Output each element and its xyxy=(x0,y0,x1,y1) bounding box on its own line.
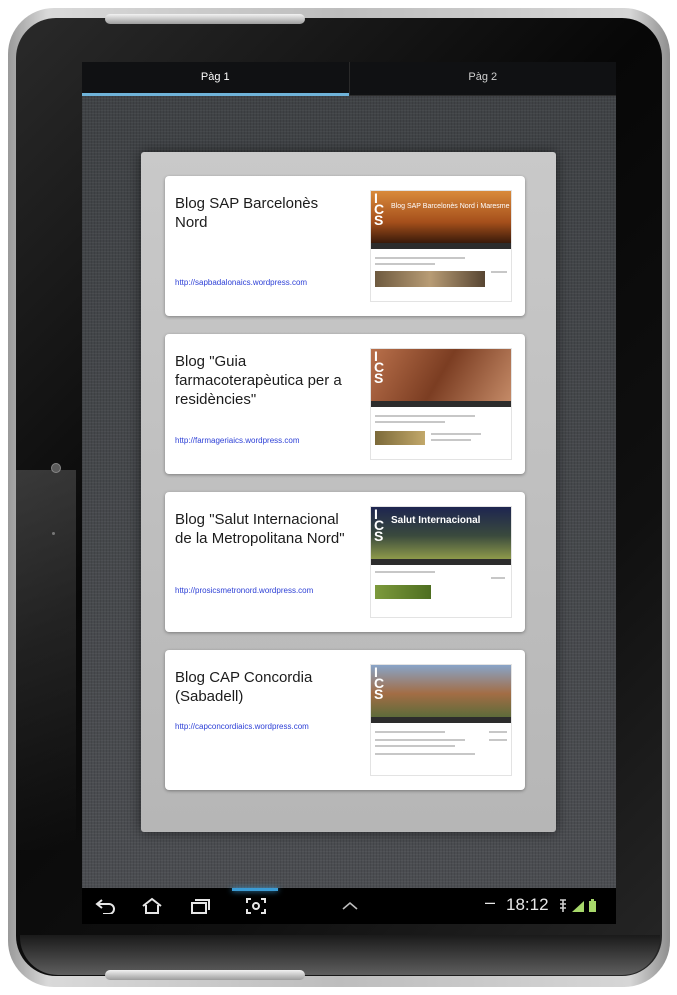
blog-thumbnail: ICS Salut Internacional xyxy=(370,506,512,618)
thumbnail-photo xyxy=(375,271,485,287)
thumbnail-text-line xyxy=(375,745,455,747)
card-title: Blog "Salut Internacional de la Metropol… xyxy=(175,511,345,547)
blog-card-cap-concordia[interactable]: Blog CAP Concordia (Sabadell) http://cap… xyxy=(165,650,525,790)
bottom-bezel xyxy=(20,935,660,975)
card-link[interactable]: http://sapbadalonaics.wordpress.com xyxy=(175,278,355,288)
screenshot-icon[interactable] xyxy=(242,892,270,920)
thumbnail-text-line xyxy=(375,263,435,265)
thumbnail-photo xyxy=(375,431,425,445)
blog-card-salut-internacional[interactable]: Blog "Salut Internacional de la Metropol… xyxy=(165,492,525,632)
light-sensor xyxy=(52,532,55,535)
bottom-speaker-grille xyxy=(105,970,305,980)
card-title: Blog "Guia farmacoterapèutica per a resi… xyxy=(175,353,342,408)
usb-icon xyxy=(560,899,566,912)
clock[interactable]: 18:12 xyxy=(506,895,549,915)
thumbnail-text-line xyxy=(375,731,445,733)
ics-logo: ICS xyxy=(374,190,385,228)
battery-icon xyxy=(589,899,596,912)
thumbnail-photo xyxy=(375,585,431,599)
thumbnail-banner-text: Salut Internacional xyxy=(391,515,481,526)
thumbnail-text-line xyxy=(375,739,465,741)
thumbnail-text-line xyxy=(375,415,475,417)
active-indicator xyxy=(232,888,278,891)
tab-bar: Pàg 1 Pàg 2 xyxy=(82,62,616,96)
card-link[interactable]: http://prosicsmetronord.wordpress.com xyxy=(175,586,355,596)
bezel-reflection xyxy=(16,470,76,850)
thumbnail-banner-text: Blog SAP Barcelonès Nord i Maresme xyxy=(391,203,510,210)
status-icons[interactable] xyxy=(556,898,606,914)
thumbnail-text-line xyxy=(375,257,465,259)
thumbnail-text-line xyxy=(375,753,475,755)
thumbnail-banner xyxy=(371,349,511,401)
card-title: Blog SAP Barcelonès Nord xyxy=(175,195,319,231)
home-icon[interactable] xyxy=(138,892,166,920)
thumbnail-text-line xyxy=(489,739,507,741)
ics-logo: ICS xyxy=(374,506,385,544)
thumbnail-banner xyxy=(371,665,511,717)
thumbnail-text-line xyxy=(431,439,471,441)
thumbnail-nav xyxy=(371,401,511,407)
back-icon[interactable] xyxy=(92,892,120,920)
blog-thumbnail: ICS xyxy=(370,664,512,776)
blog-card-sap-barcelones[interactable]: Blog SAP Barcelonès Nord http://sapbadal… xyxy=(165,176,525,316)
top-speaker-grille xyxy=(105,14,305,24)
thumbnail-banner xyxy=(371,191,511,243)
thumbnail-nav xyxy=(371,717,511,723)
thumbnail-text-line xyxy=(431,433,481,435)
thumbnail-nav xyxy=(371,243,511,249)
ics-logo: ICS xyxy=(374,348,385,386)
recent-apps-icon[interactable] xyxy=(186,892,214,920)
signal-icon xyxy=(572,901,584,912)
ics-logo: ICS xyxy=(374,664,385,702)
card-link[interactable]: http://farmageriaics.wordpress.com xyxy=(175,436,355,446)
thumbnail-text-line xyxy=(375,571,435,573)
bookmarks-panel: Blog SAP Barcelonès Nord http://sapbadal… xyxy=(141,152,556,832)
thumbnail-text-line xyxy=(491,577,505,579)
thumbnail-text-line xyxy=(489,731,507,733)
status-minus: – xyxy=(485,892,496,912)
card-title: Blog CAP Concordia (Sabadell) xyxy=(175,669,313,705)
tab-page-2[interactable]: Pàg 2 xyxy=(348,62,617,95)
blog-thumbnail: ICS xyxy=(370,348,512,460)
blog-card-guia-farmacoterapeutica[interactable]: Blog "Guia farmacoterapèutica per a resi… xyxy=(165,334,525,474)
screen: Pàg 1 Pàg 2 Blog SAP Barcelonès Nord htt… xyxy=(82,62,616,924)
system-nav-bar: – 18:12 xyxy=(82,888,616,924)
front-camera xyxy=(51,463,61,473)
blog-thumbnail: ICS Blog SAP Barcelonès Nord i Maresme xyxy=(370,190,512,302)
card-link[interactable]: http://capconcordiaics.wordpress.com xyxy=(175,722,355,732)
thumbnail-nav xyxy=(371,559,511,565)
thumbnail-text-line xyxy=(375,421,445,423)
chevron-up-icon[interactable] xyxy=(336,892,364,920)
tab-page-1[interactable]: Pàg 1 xyxy=(82,62,349,96)
thumbnail-text-line xyxy=(491,271,507,273)
